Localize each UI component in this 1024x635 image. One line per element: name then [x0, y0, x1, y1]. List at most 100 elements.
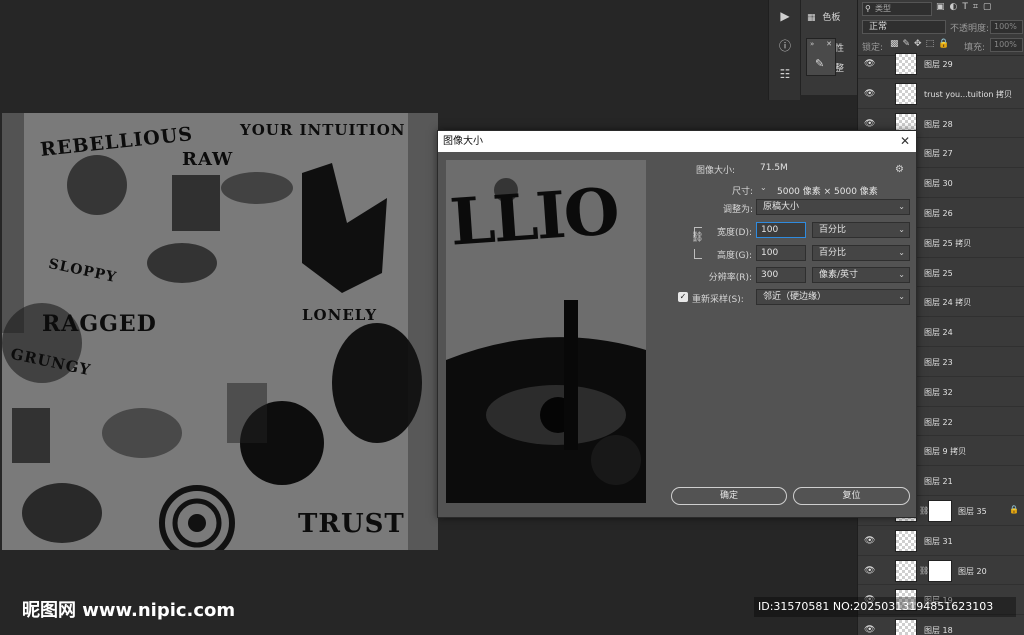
layer-thumbnail — [895, 559, 917, 582]
properties-tab[interactable]: 性 — [835, 41, 844, 54]
chevron-down-icon: ⌄ — [760, 183, 767, 192]
adjust-icon[interactable]: ☷ — [775, 64, 795, 84]
layer-name: 图层 22 — [924, 417, 953, 427]
eye-icon[interactable]: 👁 — [864, 119, 875, 129]
layer-name: 图层 35 — [958, 506, 987, 516]
layer-name: 图层 18 — [924, 626, 953, 635]
resolution-label: 分辨率(R): — [708, 273, 752, 283]
brush-icon[interactable]: ✎ — [815, 57, 824, 70]
width-unit-value: 百分比 — [819, 225, 847, 235]
art-word-ragged: RAGGED — [42, 311, 157, 337]
chevron-down-icon: ⌄ — [898, 225, 905, 234]
image-preview[interactable]: LLIO — [446, 160, 646, 503]
eye-icon[interactable]: 👁 — [864, 59, 875, 69]
grid-icon: ▦ — [807, 13, 816, 23]
layer-name: trust you...tuition 拷贝 — [924, 89, 1012, 99]
play-icon[interactable]: ▶ — [775, 6, 795, 26]
resolution-input[interactable]: 300 — [756, 267, 806, 283]
layer-row[interactable]: 👁 ⛓ 图层 20 — [858, 556, 1024, 586]
info-icon[interactable]: ⓘ — [775, 36, 795, 56]
resample-value: 邻近（硬边缘） — [763, 292, 827, 302]
height-input[interactable]: 100 — [756, 245, 806, 261]
layer-filter-placeholder: 类型 — [875, 4, 891, 13]
art-word-trust: TRUST — [298, 509, 405, 539]
properties-label: 性 — [835, 44, 845, 54]
chevron-down-icon: ⌄ — [898, 292, 905, 301]
layer-name: 图层 9 拷贝 — [924, 447, 967, 457]
preview-word: LLIO — [447, 174, 621, 261]
layer-name: 图层 24 拷贝 — [924, 298, 972, 308]
collapse-icon[interactable]: » — [810, 40, 814, 48]
fit-to-value: 原稿大小 — [763, 202, 800, 212]
height-label: 高度(G): — [716, 251, 752, 261]
layer-row[interactable]: 👁 图层 29 — [858, 49, 1024, 79]
resample-select[interactable]: 邻近（硬边缘） ⌄ — [756, 289, 910, 305]
canvas-artwork[interactable]: REBELLIOUS YOUR INTUITION RAW SLOPPY RAG… — [2, 113, 438, 550]
layer-thumbnail — [895, 53, 917, 75]
floating-brush-panel: » ✕ ✎ — [806, 38, 836, 76]
reset-button[interactable]: 复位 — [793, 487, 910, 505]
close-icon[interactable]: ✕ — [826, 40, 832, 48]
lock-icon: 🔒 — [1009, 504, 1019, 514]
swatches-tab[interactable]: ▦ 色板 — [807, 10, 840, 23]
layer-name: 图层 20 — [958, 566, 987, 576]
layer-filter-icons[interactable]: ▣◐T⌗▢ — [936, 2, 996, 12]
blend-mode-select[interactable]: 正常 — [862, 20, 946, 34]
width-unit-select[interactable]: 百分比 ⌄ — [812, 222, 910, 238]
art-word-lonely: LONELY — [302, 306, 378, 324]
eye-icon[interactable]: 👁 — [864, 536, 875, 546]
layer-name: 图层 32 — [924, 387, 953, 397]
layer-row[interactable]: 👁 图层 31 — [858, 526, 1024, 556]
art-word-raw: RAW — [182, 149, 234, 170]
height-unit-select[interactable]: 百分比 ⌄ — [812, 245, 910, 261]
art-word-your-intuition: YOUR INTUITION — [240, 121, 406, 139]
dimensions-label: 尺寸: — [731, 187, 753, 197]
layers-toolbar: ⚲ 类型 ▣◐T⌗▢ 正常 不透明度: 100% 锁定: ▩✎✥⬚🔒 填充: 1… — [858, 0, 1024, 56]
eye-icon[interactable]: 👁 — [864, 625, 875, 635]
extra-label: 整 — [835, 64, 845, 74]
layer-name: 图层 28 — [924, 119, 953, 129]
opacity-input[interactable]: 100% — [990, 20, 1023, 34]
swatches-label: 色板 — [822, 13, 841, 23]
layer-thumbnail — [895, 82, 917, 105]
lock-icons[interactable]: ▩✎✥⬚🔒 — [890, 39, 953, 49]
layer-thumbnail — [895, 529, 917, 552]
dimensions-toggle[interactable]: ⌄ — [760, 183, 767, 192]
layer-name: 图层 31 — [924, 536, 953, 546]
resample-label: 重新采样(S): — [692, 295, 744, 305]
fit-to-select[interactable]: 原稿大小 ⌄ — [756, 199, 910, 215]
watermark-id: ID:31570581 NO:20250313194851623103 — [754, 597, 1016, 617]
width-label: 宽度(D): — [717, 228, 752, 238]
layer-row[interactable]: 👁 trust you...tuition 拷贝 — [858, 79, 1024, 109]
gear-icon[interactable]: ⚙ — [895, 164, 904, 175]
opacity-label: 不透明度: — [950, 24, 990, 34]
watermark-logo: 昵图网 www.nipic.com — [22, 600, 236, 621]
eye-icon[interactable]: 👁 — [864, 566, 875, 576]
eye-icon[interactable]: 👁 — [864, 89, 875, 99]
layer-filter-input[interactable]: ⚲ 类型 — [862, 2, 932, 16]
ok-button[interactable]: 确定 — [671, 487, 787, 505]
layer-name: 图层 21 — [924, 477, 953, 487]
layer-name: 图层 24 — [924, 328, 953, 338]
resample-checkbox[interactable]: ✓ — [678, 292, 688, 302]
layer-name: 图层 23 — [924, 357, 953, 367]
layer-thumbnail — [895, 619, 917, 635]
fit-to-label: 调整为: — [722, 205, 753, 215]
chevron-down-icon: ⌄ — [898, 202, 905, 211]
chevron-down-icon: ⌄ — [898, 248, 905, 257]
resolution-unit-value: 像素/英寸 — [819, 270, 859, 280]
layer-name: 图层 30 — [924, 179, 953, 189]
width-input[interactable]: 100 — [756, 222, 806, 238]
layer-mask-thumbnail — [928, 499, 952, 522]
check-icon: ✓ — [679, 292, 687, 301]
dimensions-value: 5000 像素 × 5000 像素 — [777, 187, 878, 197]
resolution-unit-select[interactable]: 像素/英寸 ⌄ — [812, 267, 910, 283]
image-size-label: 图像大小: — [696, 166, 736, 176]
layer-name: 图层 26 — [924, 208, 953, 218]
extra-tab[interactable]: 整 — [835, 61, 844, 74]
close-icon[interactable]: ✕ — [900, 131, 910, 152]
layer-name: 图层 25 — [924, 268, 953, 278]
image-size-value: 71.5M — [760, 163, 788, 173]
layer-row[interactable]: 👁 图层 18 — [858, 615, 1024, 635]
panel-toolstrip: ▶ ⓘ ☷ — [768, 0, 800, 100]
